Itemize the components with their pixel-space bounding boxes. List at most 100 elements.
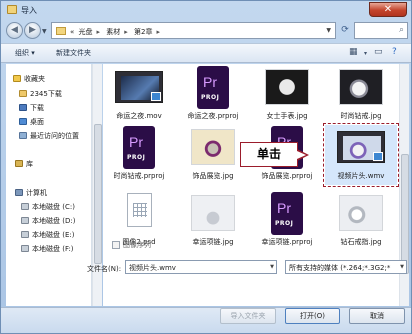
sidebar-computer[interactable]: 计算机 — [15, 188, 47, 198]
refresh-icon[interactable]: ⟳ — [338, 22, 352, 39]
file-item[interactable]: 命运之夜.mov — [103, 65, 175, 123]
file-name: 时尚钻戒.prproj — [113, 172, 165, 180]
hard-disk-icon — [21, 231, 29, 238]
thumbnail: PrPROJ — [189, 65, 237, 110]
file-name: 视频片头.wmv — [337, 172, 385, 180]
file-name: 女士手表.jpg — [266, 112, 308, 120]
callout-arrow-icon — [297, 149, 309, 161]
open-button[interactable]: 打开(O) — [285, 308, 340, 324]
sidebar-libraries[interactable]: 库 — [15, 159, 33, 169]
new-folder-button[interactable]: 新建文件夹 — [56, 48, 91, 58]
sidebar-item-disk-c[interactable]: 本地磁盘 (C:) — [21, 202, 75, 212]
thumbnail — [189, 125, 237, 170]
hard-disk-icon — [21, 245, 29, 252]
folder-icon — [56, 27, 66, 35]
video-thumbnail — [115, 71, 163, 103]
file-item[interactable]: Pr PROJ 命运之夜.prproj — [177, 65, 249, 123]
file-item[interactable]: 女士手表.jpg — [251, 65, 323, 123]
star-icon — [13, 75, 21, 82]
computer-icon — [15, 189, 23, 196]
filename-label: 文件名(N): — [87, 265, 122, 273]
thumbnail — [189, 191, 237, 236]
cancel-button[interactable]: 取消 — [349, 308, 405, 324]
file-item[interactable]: 时尚钻戒.jpg — [325, 65, 397, 123]
sidebar-item-disk-e[interactable]: 本地磁盘 (E:) — [21, 230, 74, 240]
button-bar: 导入文件夹 打开(O) 取消 — [1, 307, 411, 333]
click-callout: 单击 — [240, 142, 298, 167]
video-file-icon — [373, 152, 383, 161]
file-item[interactable]: 幸运项链.jpg — [177, 191, 249, 249]
thumbnail: PrPROJ — [263, 191, 311, 236]
history-dropdown-icon[interactable]: ▼ — [42, 28, 47, 35]
sidebar-item-2345-downloads[interactable]: 2345下载 — [19, 89, 62, 99]
file-item-selected[interactable]: 视频片头.wmv — [323, 123, 399, 187]
filename-input[interactable]: 视频片头.wmv ▼ — [125, 260, 277, 274]
breadcrumb-separator-icon[interactable]: ▸ — [124, 28, 128, 36]
file-item[interactable]: 钻石戒指.jpg — [325, 191, 397, 249]
file-name: 饰品展览.jpg — [192, 172, 234, 180]
preview-pane-icon[interactable]: ▭ — [374, 47, 383, 57]
toolbar: 组织 ▾ 新建文件夹 ▦ ▾ ▭ ? — [1, 43, 411, 63]
sidebar-item-recent-places[interactable]: 最近访问的位置 — [19, 131, 79, 141]
file-name: 命运之夜.prproj — [187, 112, 239, 120]
image-thumbnail — [339, 69, 383, 105]
organize-menu[interactable]: 组织 ▾ — [15, 48, 35, 58]
sidebar-favorites[interactable]: 收藏夹 — [13, 74, 45, 84]
help-icon[interactable]: ? — [392, 47, 397, 57]
breadcrumb-separator-icon[interactable]: ▸ — [157, 28, 161, 36]
file-name: 钻石戒指.jpg — [340, 238, 382, 246]
navigation-pane: 收藏夹 2345下载 下载 桌面 最近访问的位置 库 计算机 本地磁盘 (C:)… — [6, 64, 92, 306]
import-dialog: 导入 ✕ ◀ ▶ ▼ « 光盘 ▸ 素材 ▸ 第2章 ▸ ▼ ⟳ ⌕ 组织 ▾ 新建文… — [0, 0, 412, 334]
forward-button[interactable]: ▶ — [24, 22, 41, 39]
title-bar: 导入 ✕ — [1, 1, 411, 19]
premiere-project-icon: PrPROJ — [123, 126, 155, 169]
window-title: 导入 — [21, 6, 37, 15]
sidebar-item-disk-f[interactable]: 本地磁盘 (F:) — [21, 244, 74, 254]
search-input[interactable]: ⌕ — [354, 22, 408, 39]
breadcrumb-separator-icon[interactable]: ▸ — [97, 28, 101, 36]
hard-disk-icon — [21, 217, 29, 224]
breadcrumb-item[interactable]: 第2章 — [134, 28, 152, 36]
document-grid-icon — [133, 203, 147, 217]
sidebar-item-desktop[interactable]: 桌面 — [19, 117, 44, 127]
import-folder-button[interactable]: 导入文件夹 — [220, 308, 276, 324]
file-type-select[interactable]: 所有支持的媒体 (*.264;*.3G2;* ▼ — [285, 260, 407, 274]
search-icon: ⌕ — [398, 25, 404, 35]
sidebar-item-downloads[interactable]: 下载 — [19, 103, 44, 113]
scrollbar-thumb[interactable] — [401, 154, 409, 274]
back-button[interactable]: ◀ — [6, 22, 23, 39]
address-row: ◀ ▶ ▼ « 光盘 ▸ 素材 ▸ 第2章 ▸ ▼ ⟳ ⌕ — [1, 19, 411, 43]
breadcrumb-overflow[interactable]: « — [70, 28, 74, 36]
desktop-icon — [19, 118, 27, 125]
breadcrumb-item[interactable]: 素材 — [106, 28, 120, 36]
file-name: 饰品展览.prproj — [261, 172, 313, 180]
view-options-icon[interactable]: ▦ — [349, 47, 358, 57]
view-dropdown-icon[interactable]: ▾ — [364, 50, 367, 57]
close-button[interactable]: ✕ — [369, 2, 407, 17]
sidebar-item-disk-d[interactable]: 本地磁盘 (D:) — [21, 216, 75, 226]
file-name: 时尚钻戒.jpg — [340, 112, 382, 120]
file-item[interactable]: Pr PROJ 时尚钻戒.prproj — [103, 125, 175, 183]
thumbnail — [337, 191, 385, 236]
chevron-down-icon[interactable]: ▼ — [270, 264, 274, 270]
file-item[interactable]: 饰品展览.jpg — [177, 125, 249, 183]
thumbnail: PrPROJ — [115, 125, 163, 170]
download-folder-icon — [19, 104, 27, 111]
file-item[interactable]: Pr PROJ 幸运项链.prproj — [251, 191, 323, 249]
image-thumbnail — [339, 195, 383, 231]
address-dropdown-icon[interactable]: ▼ — [326, 27, 331, 34]
address-bar[interactable]: « 光盘 ▸ 素材 ▸ 第2章 ▸ ▼ — [51, 22, 336, 39]
chevron-down-icon[interactable]: ▼ — [400, 264, 404, 270]
thumbnail — [115, 65, 163, 110]
folder-icon — [19, 90, 27, 97]
image-thumbnail — [265, 69, 309, 105]
library-icon — [15, 160, 23, 167]
image-sequence-checkbox[interactable] — [112, 241, 120, 249]
image-thumbnail — [191, 129, 235, 165]
app-icon — [7, 5, 17, 14]
breadcrumb-item[interactable]: 光盘 — [79, 28, 93, 36]
scrollbar-thumb[interactable] — [94, 124, 102, 264]
recent-places-icon — [19, 132, 27, 139]
thumbnail — [337, 125, 385, 170]
hard-disk-icon — [21, 203, 29, 210]
